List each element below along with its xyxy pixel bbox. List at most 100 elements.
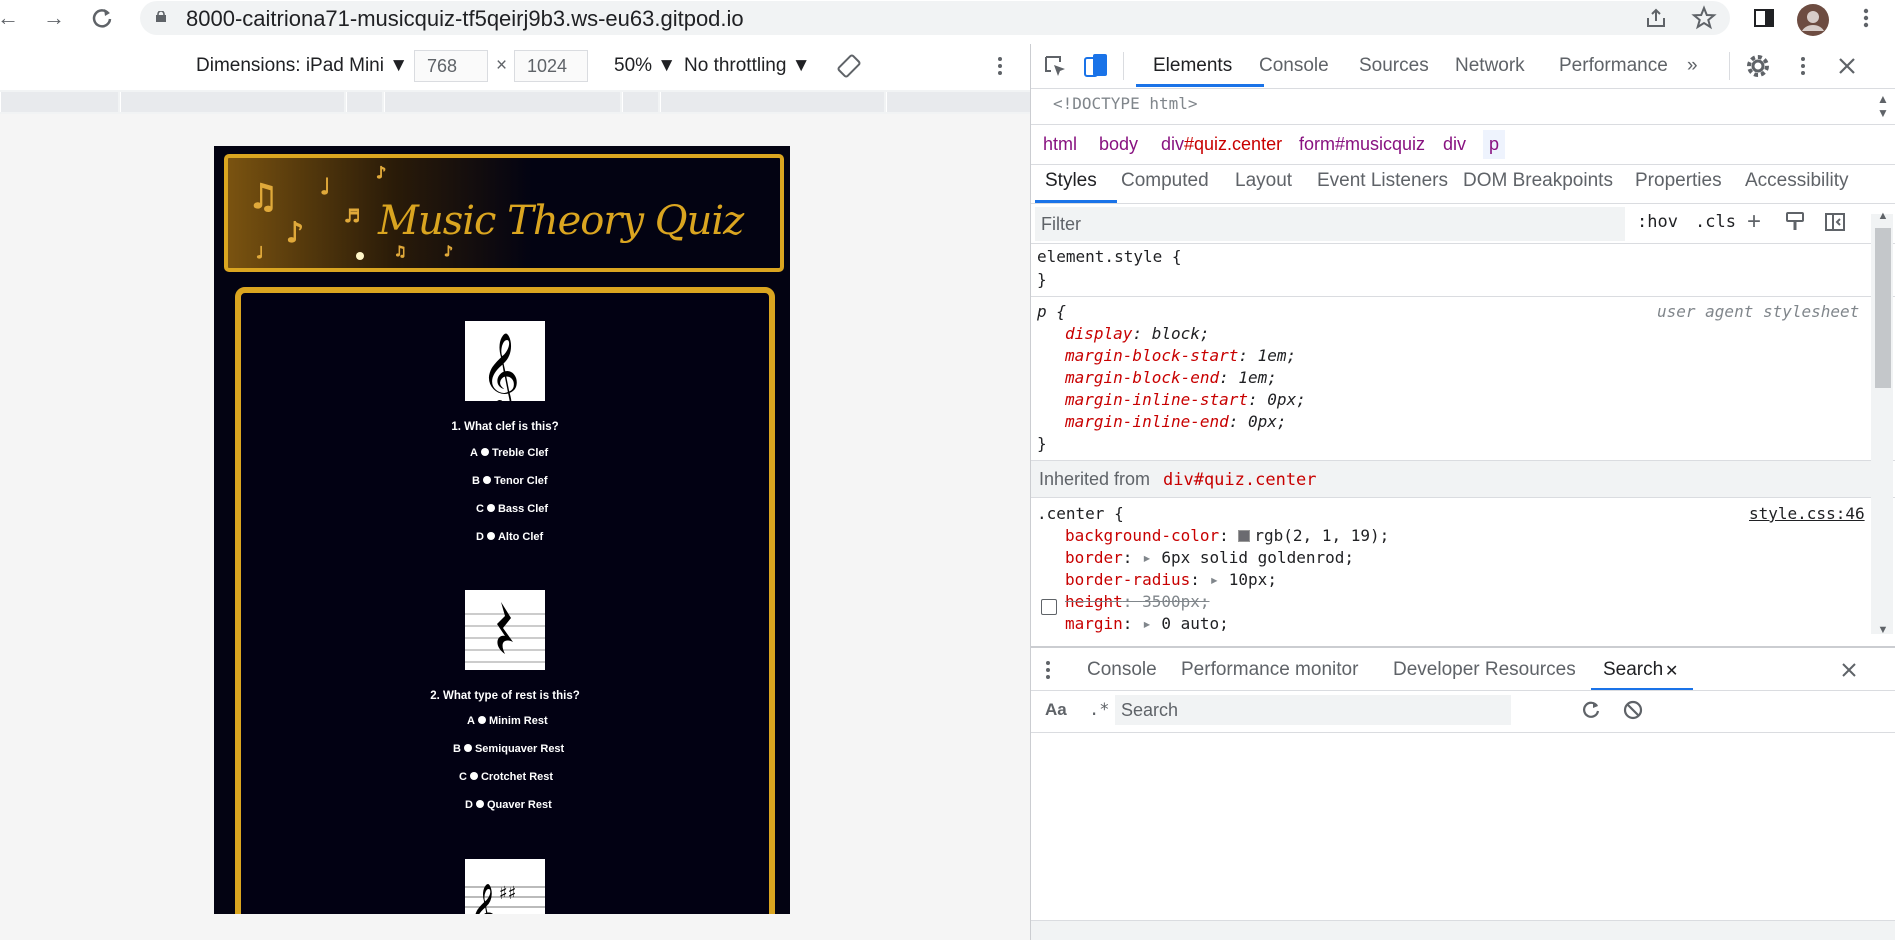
forward-icon[interactable]: → bbox=[40, 4, 68, 32]
share-icon[interactable] bbox=[1642, 4, 1670, 32]
drawer-tab-developer-resources[interactable]: Developer Resources bbox=[1393, 659, 1576, 681]
ruler-segment[interactable] bbox=[622, 92, 658, 112]
device-dimensions-dropdown[interactable]: Dimensions: iPad Mini ▼ bbox=[196, 55, 408, 77]
radio-button[interactable] bbox=[480, 448, 489, 456]
ruler-segment[interactable] bbox=[660, 92, 884, 112]
device-toggle-icon[interactable] bbox=[1083, 52, 1109, 80]
paint-brush-icon[interactable] bbox=[1783, 210, 1807, 234]
refresh-search-icon[interactable] bbox=[1579, 698, 1603, 722]
drawer-tab-search[interactable]: Search bbox=[1603, 659, 1663, 681]
breadcrumb-div-quiz[interactable]: div#quiz.center bbox=[1161, 134, 1282, 155]
tab-elements[interactable]: Elements bbox=[1153, 55, 1232, 77]
question-2-option-a[interactable]: A Minim Rest bbox=[467, 715, 548, 727]
tab-styles[interactable]: Styles bbox=[1045, 170, 1097, 192]
question-2-option-c[interactable]: C Crotchet Rest bbox=[459, 771, 553, 783]
styles-scrollbar-thumb[interactable] bbox=[1875, 228, 1891, 388]
styles-filter-input[interactable]: Filter bbox=[1035, 207, 1625, 241]
tab-performance[interactable]: Performance bbox=[1559, 55, 1668, 77]
css-declaration[interactable]: border: ▸ 6px solid goldenrod; bbox=[1065, 548, 1354, 567]
tab-sources[interactable]: Sources bbox=[1359, 55, 1429, 77]
radio-button[interactable] bbox=[486, 532, 495, 540]
center-rule-selector[interactable]: .center { bbox=[1037, 504, 1124, 523]
css-declaration-disabled[interactable]: height: 3500px; bbox=[1065, 592, 1210, 611]
ruler-segment[interactable] bbox=[384, 92, 620, 112]
expand-triangle-icon[interactable]: ▸ bbox=[1142, 548, 1152, 567]
dom-doctype-line[interactable]: <!DOCTYPE html> bbox=[1053, 94, 1198, 113]
inherited-from-link[interactable]: div#quiz.center bbox=[1163, 470, 1317, 490]
css-declaration[interactable]: margin-block-start: 1em; bbox=[1065, 346, 1296, 365]
media-query-ruler[interactable] bbox=[0, 90, 1030, 114]
devtools-menu-icon[interactable] bbox=[1793, 53, 1813, 79]
zoom-dropdown[interactable]: 50% ▼ bbox=[614, 55, 676, 77]
breadcrumb-html[interactable]: html bbox=[1043, 134, 1077, 155]
back-icon[interactable]: ← bbox=[0, 4, 22, 32]
tab-dom-breakpoints[interactable]: DOM Breakpoints bbox=[1463, 170, 1613, 192]
device-toolbar-menu-icon[interactable] bbox=[990, 53, 1010, 79]
expand-triangle-icon[interactable]: ▸ bbox=[1142, 614, 1152, 633]
css-declaration[interactable]: margin: ▸ 0 auto; bbox=[1065, 614, 1229, 633]
new-style-rule-icon[interactable]: + bbox=[1747, 210, 1773, 236]
p-rule-selector[interactable]: p { bbox=[1037, 302, 1066, 321]
reload-icon[interactable] bbox=[88, 4, 116, 32]
scroll-down-icon[interactable]: ▼ bbox=[1875, 624, 1891, 636]
bookmark-star-icon[interactable] bbox=[1690, 4, 1718, 32]
question-1-option-c[interactable]: C Bass Clef bbox=[476, 503, 548, 515]
css-declaration[interactable]: margin-inline-end: 0px; bbox=[1065, 412, 1287, 431]
center-rule-source-link[interactable]: style.css:46 bbox=[1749, 504, 1865, 523]
ruler-segment[interactable] bbox=[120, 92, 344, 112]
inspect-element-icon[interactable] bbox=[1043, 54, 1069, 80]
ruler-segment[interactable] bbox=[0, 92, 118, 112]
more-tabs-icon[interactable]: » bbox=[1687, 55, 1698, 77]
rotate-device-icon[interactable] bbox=[836, 53, 862, 79]
breadcrumb-body[interactable]: body bbox=[1099, 134, 1138, 155]
device-width-input[interactable]: 768 bbox=[414, 50, 488, 82]
tab-network[interactable]: Network bbox=[1455, 55, 1525, 77]
regex-toggle[interactable]: .* bbox=[1089, 700, 1109, 720]
question-2-option-b[interactable]: B Semiquaver Rest bbox=[453, 743, 564, 755]
element-style-selector[interactable]: element.style { bbox=[1037, 247, 1182, 266]
css-declaration[interactable]: border-radius: ▸ 10px; bbox=[1065, 570, 1277, 589]
dom-scroll-arrows-icon[interactable]: ▲ ▼ bbox=[1875, 92, 1891, 122]
radio-button[interactable] bbox=[486, 504, 495, 512]
question-1-option-d[interactable]: D Alto Clef bbox=[476, 531, 543, 543]
css-declaration[interactable]: background-color: rgb(2, 1, 19); bbox=[1065, 526, 1389, 545]
breadcrumb-p[interactable]: p bbox=[1483, 130, 1506, 159]
drawer-tab-console[interactable]: Console bbox=[1087, 659, 1157, 681]
tab-event-listeners[interactable]: Event Listeners bbox=[1317, 170, 1448, 192]
tab-computed[interactable]: Computed bbox=[1121, 170, 1209, 192]
drawer-menu-icon[interactable] bbox=[1043, 658, 1053, 682]
drawer-tab-performance-monitor[interactable]: Performance monitor bbox=[1181, 659, 1358, 681]
match-case-toggle[interactable]: Aa bbox=[1045, 700, 1067, 720]
hover-state-toggle[interactable]: :hov bbox=[1637, 212, 1678, 232]
drawer-divider[interactable] bbox=[1031, 646, 1895, 648]
throttling-dropdown[interactable]: No throttling ▼ bbox=[684, 55, 811, 77]
expand-triangle-icon[interactable]: ▸ bbox=[1210, 570, 1220, 589]
question-2-option-d[interactable]: D Quaver Rest bbox=[465, 799, 552, 811]
breadcrumb-form[interactable]: form#musicquiz bbox=[1299, 134, 1425, 155]
toggle-sidebar-icon[interactable] bbox=[1823, 210, 1847, 234]
clear-search-icon[interactable] bbox=[1621, 698, 1645, 722]
breadcrumb-div[interactable]: div bbox=[1443, 134, 1466, 155]
side-panel-icon[interactable] bbox=[1750, 4, 1778, 32]
radio-button[interactable] bbox=[463, 744, 472, 752]
color-swatch[interactable] bbox=[1238, 530, 1251, 542]
disable-declaration-checkbox[interactable] bbox=[1041, 599, 1057, 615]
class-toggle[interactable]: .cls bbox=[1695, 212, 1736, 232]
tab-properties[interactable]: Properties bbox=[1635, 170, 1722, 192]
address-bar[interactable]: 8000-caitriona71-musicquiz-tf5qeirj9b3.w… bbox=[140, 1, 1730, 35]
close-search-tab-icon[interactable]: ✕ bbox=[1665, 661, 1678, 681]
question-1-option-b[interactable]: B Tenor Clef bbox=[472, 475, 548, 487]
ruler-segment[interactable] bbox=[886, 92, 1030, 112]
browser-menu-icon[interactable] bbox=[1852, 4, 1880, 32]
radio-button[interactable] bbox=[482, 476, 491, 484]
css-declaration[interactable]: margin-inline-start: 0px; bbox=[1065, 390, 1306, 409]
device-height-input[interactable]: 1024 bbox=[514, 50, 588, 82]
css-declaration[interactable]: margin-block-end: 1em; bbox=[1065, 368, 1277, 387]
tab-console[interactable]: Console bbox=[1259, 55, 1329, 77]
radio-button[interactable] bbox=[477, 716, 486, 724]
profile-avatar-icon[interactable] bbox=[1797, 4, 1829, 36]
scroll-up-icon[interactable]: ▲ bbox=[1875, 210, 1891, 222]
search-input[interactable]: Search bbox=[1115, 695, 1511, 725]
tab-accessibility[interactable]: Accessibility bbox=[1745, 170, 1848, 192]
close-drawer-icon[interactable] bbox=[1837, 658, 1861, 682]
